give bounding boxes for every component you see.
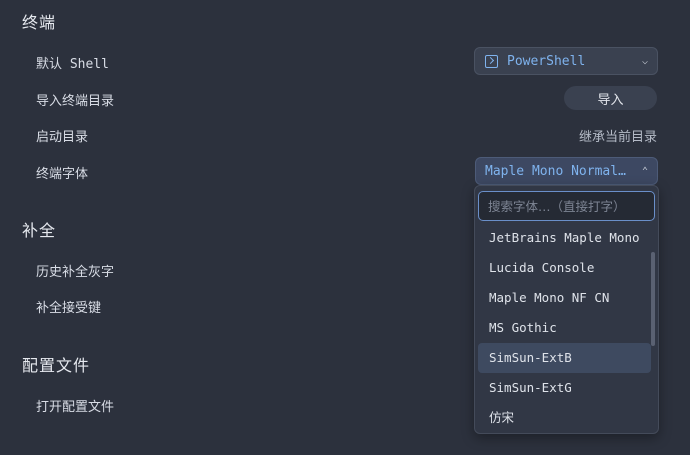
font-search-input[interactable] — [478, 191, 655, 221]
font-option-list: JetBrains Maple Mono Lucida Console Mapl… — [478, 223, 651, 433]
font-option-highlighted[interactable]: SimSun-ExtB — [478, 343, 651, 373]
dropdown-scrollbar[interactable] — [651, 252, 655, 346]
start-dir-value: 继承当前目录 — [578, 130, 657, 145]
font-option[interactable]: Maple Mono NF CN — [478, 283, 651, 313]
font-option[interactable]: SimSun-ExtG — [478, 373, 651, 403]
section-title-completion: 补全 — [22, 221, 57, 240]
font-option[interactable]: MS Gothic — [478, 313, 651, 343]
section-title-terminal: 终端 — [22, 13, 57, 32]
import-dir-label: 导入终端目录 — [36, 94, 115, 109]
font-dropdown: JetBrains Maple Mono Lucida Console Mapl… — [474, 185, 659, 434]
start-dir-label: 启动目录 — [36, 130, 89, 145]
section-title-config: 配置文件 — [22, 356, 91, 375]
font-option[interactable]: JetBrains Maple Mono — [478, 223, 651, 253]
import-button[interactable]: 导入 — [564, 86, 657, 110]
font-select-value: Maple Mono Normal NF CN — [485, 163, 633, 179]
open-config-label: 打开配置文件 — [36, 400, 115, 415]
font-label: 终端字体 — [36, 167, 89, 182]
font-select[interactable]: Maple Mono Normal NF CN ⌃ — [475, 157, 658, 185]
default-shell-select[interactable]: PowerShell ⌵ — [474, 47, 658, 75]
font-option[interactable]: Lucida Console — [478, 253, 651, 283]
default-shell-value: PowerShell — [507, 53, 586, 69]
chevron-up-icon: ⌃ — [641, 165, 649, 177]
font-option[interactable]: 仿宋 — [478, 403, 651, 433]
terminal-icon — [485, 54, 498, 68]
history-gray-label: 历史补全灰字 — [36, 265, 115, 280]
chevron-down-icon: ⌵ — [641, 55, 649, 67]
accept-key-label: 补全接受键 — [36, 301, 102, 316]
default-shell-label: 默认 Shell — [36, 57, 109, 72]
